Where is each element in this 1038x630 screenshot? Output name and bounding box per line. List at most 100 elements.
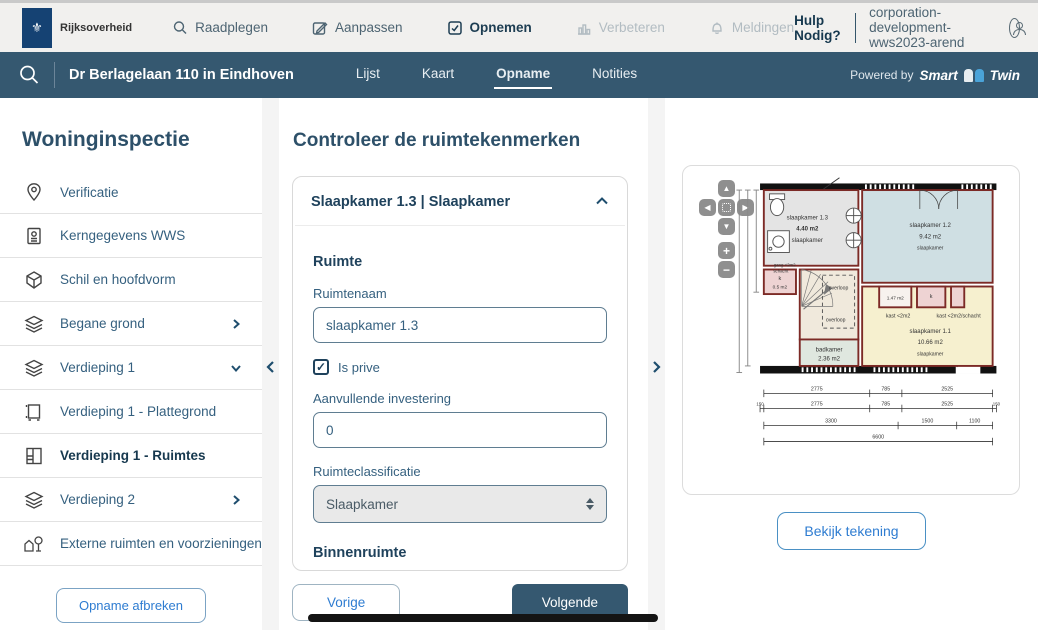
room-card-header[interactable]: Slaapkamer 1.3 | Slaapkamer bbox=[293, 177, 627, 225]
magnifier-icon bbox=[172, 20, 188, 36]
pan-left-button[interactable]: ◀ bbox=[699, 199, 716, 216]
chevron-up-icon[interactable] bbox=[595, 193, 609, 211]
sidebar-item-externe-ruimten[interactable]: Externe ruimten en voorzieningen bbox=[0, 522, 262, 566]
navbar-divider bbox=[54, 62, 55, 88]
powered-by: Powered by Smart Twin bbox=[850, 68, 1020, 83]
dim-label: 1500 bbox=[922, 419, 934, 425]
property-address: Dr Berlagelaan 110 in Eindhoven bbox=[69, 67, 294, 83]
pencil-icon bbox=[312, 20, 328, 36]
layers-icon bbox=[22, 314, 46, 334]
section-ruimte: Ruimte bbox=[313, 254, 607, 270]
id-card-icon bbox=[22, 226, 46, 246]
room-area: 9.42 m2 bbox=[919, 234, 941, 240]
view-drawing-button[interactable]: Bekijk tekening bbox=[777, 512, 925, 550]
horizontal-scrollbar[interactable] bbox=[308, 614, 658, 622]
sidebar-title: Woninginspectie bbox=[22, 128, 262, 152]
is-prive-checkbox[interactable]: ✓ bbox=[313, 359, 329, 375]
dim-label: 6600 bbox=[872, 435, 884, 441]
panel-expand-gutter bbox=[648, 98, 665, 630]
tab-opname[interactable]: Opname bbox=[494, 62, 552, 89]
room-label: overloop bbox=[826, 317, 846, 323]
nav-opnemen[interactable]: Opnemen bbox=[447, 20, 532, 36]
tab-notities[interactable]: Notities bbox=[590, 62, 639, 89]
house-tree-icon bbox=[22, 534, 46, 554]
select-arrows-icon bbox=[586, 498, 594, 510]
dim-label: 2775 bbox=[811, 402, 823, 408]
floorplan-icon bbox=[22, 402, 46, 422]
chevron-right-icon bbox=[230, 318, 242, 330]
sidebar-collapse-gutter bbox=[262, 98, 279, 630]
chevron-right-icon bbox=[230, 494, 242, 506]
room-card-title: Slaapkamer 1.3 | Slaapkamer bbox=[311, 194, 510, 210]
tab-lijst[interactable]: Lijst bbox=[354, 62, 382, 89]
dim-label: 785 bbox=[881, 387, 890, 393]
room-label: overloop bbox=[829, 285, 849, 291]
floorplan-panel: ▲ ◀ ▶ ▼ + − bbox=[665, 98, 1038, 630]
sidebar-item-verdieping-1-ruimtes[interactable]: Verdieping 1 - Ruimtes bbox=[0, 434, 262, 478]
layers-icon bbox=[22, 358, 46, 378]
rijksoverheid-logo-label: Rijksoverheid bbox=[60, 22, 132, 34]
chevron-down-icon bbox=[230, 362, 242, 374]
room-area: 4.40 m2 bbox=[796, 227, 819, 233]
abort-inspection-button[interactable]: Opname afbreken bbox=[56, 588, 206, 623]
sidebar-item-verificatie[interactable]: Verificatie bbox=[0, 170, 262, 214]
rijksoverheid-emblem-icon: ⚜ bbox=[22, 8, 52, 48]
room-label: kast <2m2 bbox=[886, 314, 911, 320]
investering-label: Aanvullende investering bbox=[313, 391, 607, 406]
dim-label: 3300 bbox=[825, 419, 837, 425]
room-label: slaapkamer 1.1 bbox=[910, 329, 952, 335]
sidebar-item-schil-en-hoofdvorm[interactable]: Schil en hoofdvorm bbox=[0, 258, 262, 302]
is-prive-label: Is prive bbox=[338, 360, 380, 375]
room-label: k bbox=[930, 294, 933, 300]
room-label: gang <2m2 bbox=[774, 263, 796, 268]
room-label: slaapkamer 1.2 bbox=[910, 223, 952, 229]
sidebar-item-begane-grond[interactable]: Begane grond bbox=[0, 302, 262, 346]
investering-input[interactable] bbox=[313, 412, 607, 448]
ruimtenaam-input[interactable] bbox=[313, 307, 607, 343]
room-area: 0.5 m2 bbox=[773, 284, 788, 290]
navbar-tabs: Lijst Kaart Opname Notities bbox=[354, 62, 639, 89]
sidebar-item-verdieping-1-plattegrond[interactable]: Verdieping 1 - Plattegrond bbox=[0, 390, 262, 434]
room-label: badkamer bbox=[816, 348, 843, 354]
dim-label: 150 bbox=[756, 402, 764, 407]
collapse-left-icon[interactable] bbox=[263, 356, 278, 378]
floorplan-drawing[interactable]: slaapkamer 1.3 4.40 m2 slaapkamer slaapk… bbox=[731, 174, 1016, 486]
search-icon[interactable] bbox=[18, 64, 40, 86]
room-area: 1.47 m2 bbox=[887, 296, 904, 302]
help-link[interactable]: Hulp Nodig? bbox=[794, 13, 840, 43]
room-type: slaapkamer bbox=[917, 246, 944, 252]
room-label: slaapkamer 1.3 bbox=[787, 215, 829, 221]
dim-label: 785 bbox=[881, 402, 890, 408]
account-person-icon[interactable] bbox=[1009, 18, 1020, 38]
classificatie-label: Ruimteclassificatie bbox=[313, 464, 607, 479]
nav-aanpassen[interactable]: Aanpassen bbox=[312, 20, 403, 36]
inspection-sidebar: Woninginspectie Verificatie Kerngegevens… bbox=[0, 98, 262, 630]
nav-verbeteren[interactable]: Verbeteren bbox=[576, 20, 665, 36]
nav-meldingen[interactable]: Meldingen bbox=[709, 20, 794, 36]
sidebar-item-verdieping-1[interactable]: Verdieping 1 bbox=[0, 346, 262, 390]
rijksoverheid-logo[interactable]: ⚜ Rijksoverheid bbox=[22, 8, 132, 48]
sidebar-item-verdieping-2[interactable]: Verdieping 2 bbox=[0, 478, 262, 522]
nav-raadplegen[interactable]: Raadplegen bbox=[172, 20, 268, 36]
room-label: schacht bbox=[773, 268, 789, 273]
classificatie-select[interactable]: Slaapkamer bbox=[313, 485, 607, 523]
room-label: kast <2m2/schacht bbox=[936, 314, 981, 320]
app-window: ⚜ Rijksoverheid Raadplegen Aanpassen Opn… bbox=[0, 0, 1038, 630]
bell-icon bbox=[709, 20, 725, 36]
room-form-card: Slaapkamer 1.3 | Slaapkamer Ruimte Ruimt… bbox=[292, 176, 628, 571]
header-right: Hulp Nodig? corporation-development-wws2… bbox=[794, 5, 1020, 50]
dim-label: 1100 bbox=[969, 419, 980, 425]
ruimtenaam-label: Ruimtenaam bbox=[313, 286, 607, 301]
dim-label: 2525 bbox=[941, 387, 953, 393]
dim-label: 150 bbox=[993, 402, 1001, 407]
secondary-navbar: Dr Berlagelaan 110 in Eindhoven Lijst Ka… bbox=[0, 52, 1038, 98]
layers-icon bbox=[22, 490, 46, 510]
section-binnenruimte: Binnenruimte bbox=[313, 545, 607, 561]
account-name: corporation-development-wws2023-arend bbox=[869, 5, 995, 50]
expand-right-icon[interactable] bbox=[649, 356, 664, 378]
brand-twin: Twin bbox=[990, 68, 1020, 83]
sidebar-item-kerngegevens-wws[interactable]: Kerngegevens WWS bbox=[0, 214, 262, 258]
tab-kaart[interactable]: Kaart bbox=[420, 62, 456, 89]
cube-icon bbox=[22, 270, 46, 290]
brand-smart: Smart bbox=[919, 68, 957, 83]
